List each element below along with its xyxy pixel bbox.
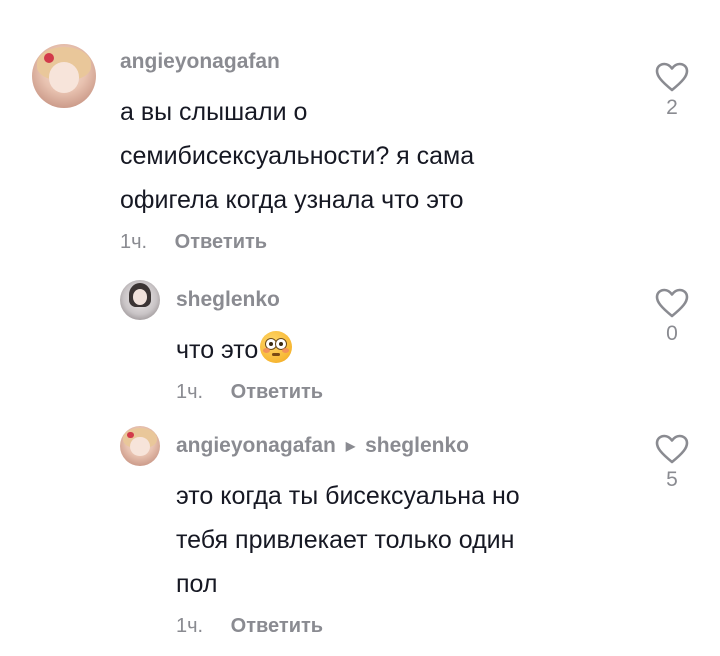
reply-arrow-icon: ▶ (345, 439, 356, 453)
comment-text-line: тебя привлекает только один (176, 526, 515, 554)
comment-text-line: а вы слышали о (120, 98, 308, 126)
reply-button[interactable]: Ответить (231, 381, 323, 403)
comment-text-line: это когда ты бисексуальна но (176, 482, 520, 510)
comment-text-line: семибисексуальности? я сама (120, 142, 475, 170)
comment-text-line: что это (176, 336, 259, 364)
like-button[interactable]: 0 (652, 288, 692, 346)
comment-time: 1ч. (120, 231, 148, 253)
reply-to-username[interactable]: sheglenko (365, 434, 469, 457)
comment-meta: 1ч. Ответить (176, 615, 323, 638)
avatar[interactable] (120, 280, 160, 320)
avatar[interactable] (120, 426, 160, 466)
comment-text: а вы слышали о семибисексуальности? я са… (120, 90, 474, 222)
flushed-face-emoji (260, 331, 293, 363)
heart-icon (655, 62, 689, 92)
like-count: 0 (666, 322, 678, 345)
heart-icon (655, 288, 689, 318)
like-button[interactable]: 2 (652, 62, 692, 120)
comment-text: это когда ты бисексуальна но тебя привле… (176, 474, 520, 606)
comment-meta: 1ч. Ответить (176, 381, 323, 404)
comment-text: что это (176, 328, 293, 372)
avatar[interactable] (32, 44, 96, 108)
comment-time: 1ч. (176, 615, 204, 637)
like-count: 5 (666, 468, 678, 491)
like-button[interactable]: 5 (652, 434, 692, 492)
reply-button[interactable]: Ответить (231, 615, 323, 637)
reply-button[interactable]: Ответить (175, 231, 267, 253)
comment-text-line: офигела когда узнала что это (120, 186, 464, 214)
comment-username-row: angieyonagafan ▶ sheglenko (176, 434, 469, 458)
comment-time: 1ч. (176, 381, 204, 403)
comment-username[interactable]: angieyonagafan (176, 434, 336, 457)
heart-icon (655, 434, 689, 464)
comment-text-line: пол (176, 570, 218, 598)
comment-username[interactable]: angieyonagafan (120, 50, 280, 74)
comment-meta: 1ч. Ответить (120, 231, 267, 254)
reply-comment-item: sheglenko что это 1ч. Ответить 0 (0, 270, 720, 420)
comment-item: angieyonagafan а вы слышали о семибисекс… (0, 0, 720, 270)
reply-comment-item: angieyonagafan ▶ sheglenko это когда ты би… (0, 420, 720, 656)
comment-username[interactable]: sheglenko (176, 288, 280, 312)
like-count: 2 (666, 96, 678, 119)
